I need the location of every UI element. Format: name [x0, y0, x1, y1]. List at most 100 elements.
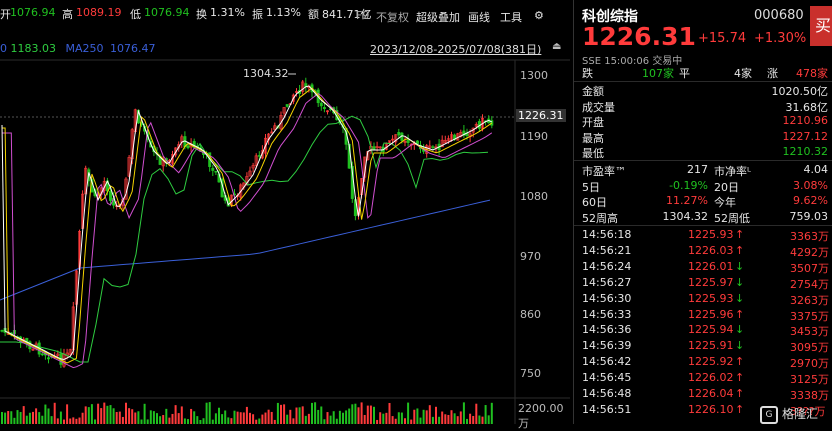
tick-price: 1225.97: [688, 275, 734, 289]
volume-bar: [270, 411, 273, 424]
volume-bar: [487, 415, 490, 424]
volume-bar: [286, 414, 289, 424]
tick-row[interactable]: 14:56:33 1225.96 ↑ 3375万: [582, 308, 832, 323]
volume-bar: [348, 408, 351, 424]
tick-volume: 2754万: [790, 277, 829, 291]
axis-label-750: 750: [520, 367, 541, 380]
tick-time: 14:56:30: [582, 291, 632, 305]
candle-body: [372, 146, 376, 151]
volume-bar: [351, 404, 354, 424]
tick-row[interactable]: 14:56:18 1225.93 ↑ 3363万: [582, 228, 832, 243]
volume-bar: [156, 413, 158, 424]
volume-bar: [44, 404, 47, 424]
tick-price: 1226.03: [688, 243, 734, 257]
volume-bar: [317, 409, 320, 424]
volume-bar: [382, 413, 385, 424]
volume-bar: [196, 416, 199, 424]
volume-bar: [444, 414, 447, 424]
candle-body: [431, 146, 435, 149]
stat-label: 金额: [582, 85, 604, 98]
candle-body: [40, 353, 44, 356]
volume-bar: [97, 403, 100, 424]
ratio-row: 市盈率™ 217 市净率ᴸ 4.04: [582, 163, 832, 178]
tick-row[interactable]: 14:56:36 1225.94 ↓ 3453万: [582, 323, 832, 338]
volume-bar: [174, 405, 177, 424]
volume-bar: [4, 412, 7, 424]
tick-row[interactable]: 14:56:45 1226.02 ↑ 3125万: [582, 371, 832, 386]
tick-row[interactable]: 14:56:21 1226.03 ↑ 4292万: [582, 244, 832, 259]
axis-label-970: 970: [520, 250, 541, 263]
ratio-value: 3.08%: [793, 178, 828, 192]
volume-bar: [115, 412, 118, 424]
candles: [0, 77, 494, 368]
divider: [574, 225, 832, 226]
ma5-line: [1, 85, 493, 361]
volume-bar: [242, 412, 245, 424]
ratio-row: 5日 -0.19% 20日 3.08%: [582, 179, 832, 194]
tick-time: 14:56:45: [582, 371, 632, 385]
volume-bar: [211, 419, 214, 424]
tick-time: 14:56:27: [582, 275, 632, 289]
tick-row[interactable]: 14:56:24 1226.01 ↓ 3507万: [582, 260, 832, 275]
volume-bar: [10, 411, 13, 424]
volume-bar: [75, 418, 78, 424]
volume-bar: [391, 416, 394, 424]
volume-bar: [335, 418, 338, 424]
volume-bar: [109, 405, 112, 424]
ratio-label: 52周低: [714, 211, 750, 225]
volume-bar: [106, 405, 109, 424]
volume-bar: [276, 402, 279, 424]
tick-volume: 3338万: [790, 389, 829, 402]
kline-chart-pane[interactable]: 开 1076.94 高 1089.19 低 1076.94 换 1.31% 振 …: [0, 0, 570, 430]
volume-bar: [152, 411, 155, 424]
candle-body: [285, 104, 289, 107]
ratio-row: 52周高 1304.32 52周低 759.03: [582, 210, 832, 225]
buy-button[interactable]: 买: [810, 6, 832, 46]
candle-body: [214, 170, 218, 173]
volume-bar: [397, 412, 400, 424]
volume-bar: [428, 405, 431, 424]
volume-bar: [205, 402, 208, 424]
tick-row[interactable]: 14:56:27 1225.97 ↓ 2754万: [582, 276, 832, 291]
current-price-tag: 1226.31: [516, 109, 566, 122]
tick-volume: 3453万: [790, 325, 829, 339]
stat-label: 最低: [582, 147, 604, 160]
flat-count: 4家: [734, 67, 752, 80]
stat-value: 1020.50亿: [771, 85, 829, 98]
volume-bar: [236, 411, 239, 424]
tick-direction-icon: ↑: [735, 243, 745, 257]
divider: [574, 81, 832, 82]
volume-bar: [323, 419, 326, 424]
volume-bar: [410, 419, 413, 424]
volume-bar: [459, 411, 462, 424]
volume-bar: [125, 402, 127, 424]
volume-bar: [224, 410, 227, 424]
tick-price: 1226.10: [688, 402, 734, 416]
candle-body: [319, 102, 323, 107]
tick-row[interactable]: 14:56:48 1226.04 ↑ 3338万: [582, 387, 832, 402]
volume-bar: [373, 406, 375, 424]
volume-bar: [264, 412, 267, 424]
volume-bar: [292, 418, 295, 424]
index-pct: +1.30%: [754, 31, 807, 46]
volume-bars: [1, 402, 493, 424]
volume-bar: [332, 411, 335, 424]
volume-bar: [422, 409, 425, 424]
tick-direction-icon: ↓: [735, 323, 745, 337]
volume-bar: [490, 402, 493, 424]
tick-row[interactable]: 14:56:39 1225.91 ↓ 3095万: [582, 339, 832, 354]
volume-bar: [214, 413, 217, 424]
tick-row[interactable]: 14:56:42 1225.92 ↑ 2970万: [582, 355, 832, 370]
quote-panel: 科创综指 000680 买 1226.31 +15.74 +1.30% SSE …: [573, 0, 832, 424]
volume-bar: [177, 413, 180, 424]
tick-direction-icon: ↓: [735, 275, 745, 289]
volume-bar: [394, 418, 397, 424]
volume-bar: [208, 402, 211, 424]
volume-bar: [38, 412, 41, 424]
tick-row[interactable]: 14:56:30 1225.93 ↓ 3263万: [582, 292, 832, 307]
ratio-value: 9.62%: [793, 194, 828, 207]
axis-label-1080: 1080: [520, 190, 548, 203]
tick-volume: 3263万: [790, 293, 829, 307]
volume-bar: [35, 408, 38, 424]
volume-bar: [447, 414, 450, 424]
